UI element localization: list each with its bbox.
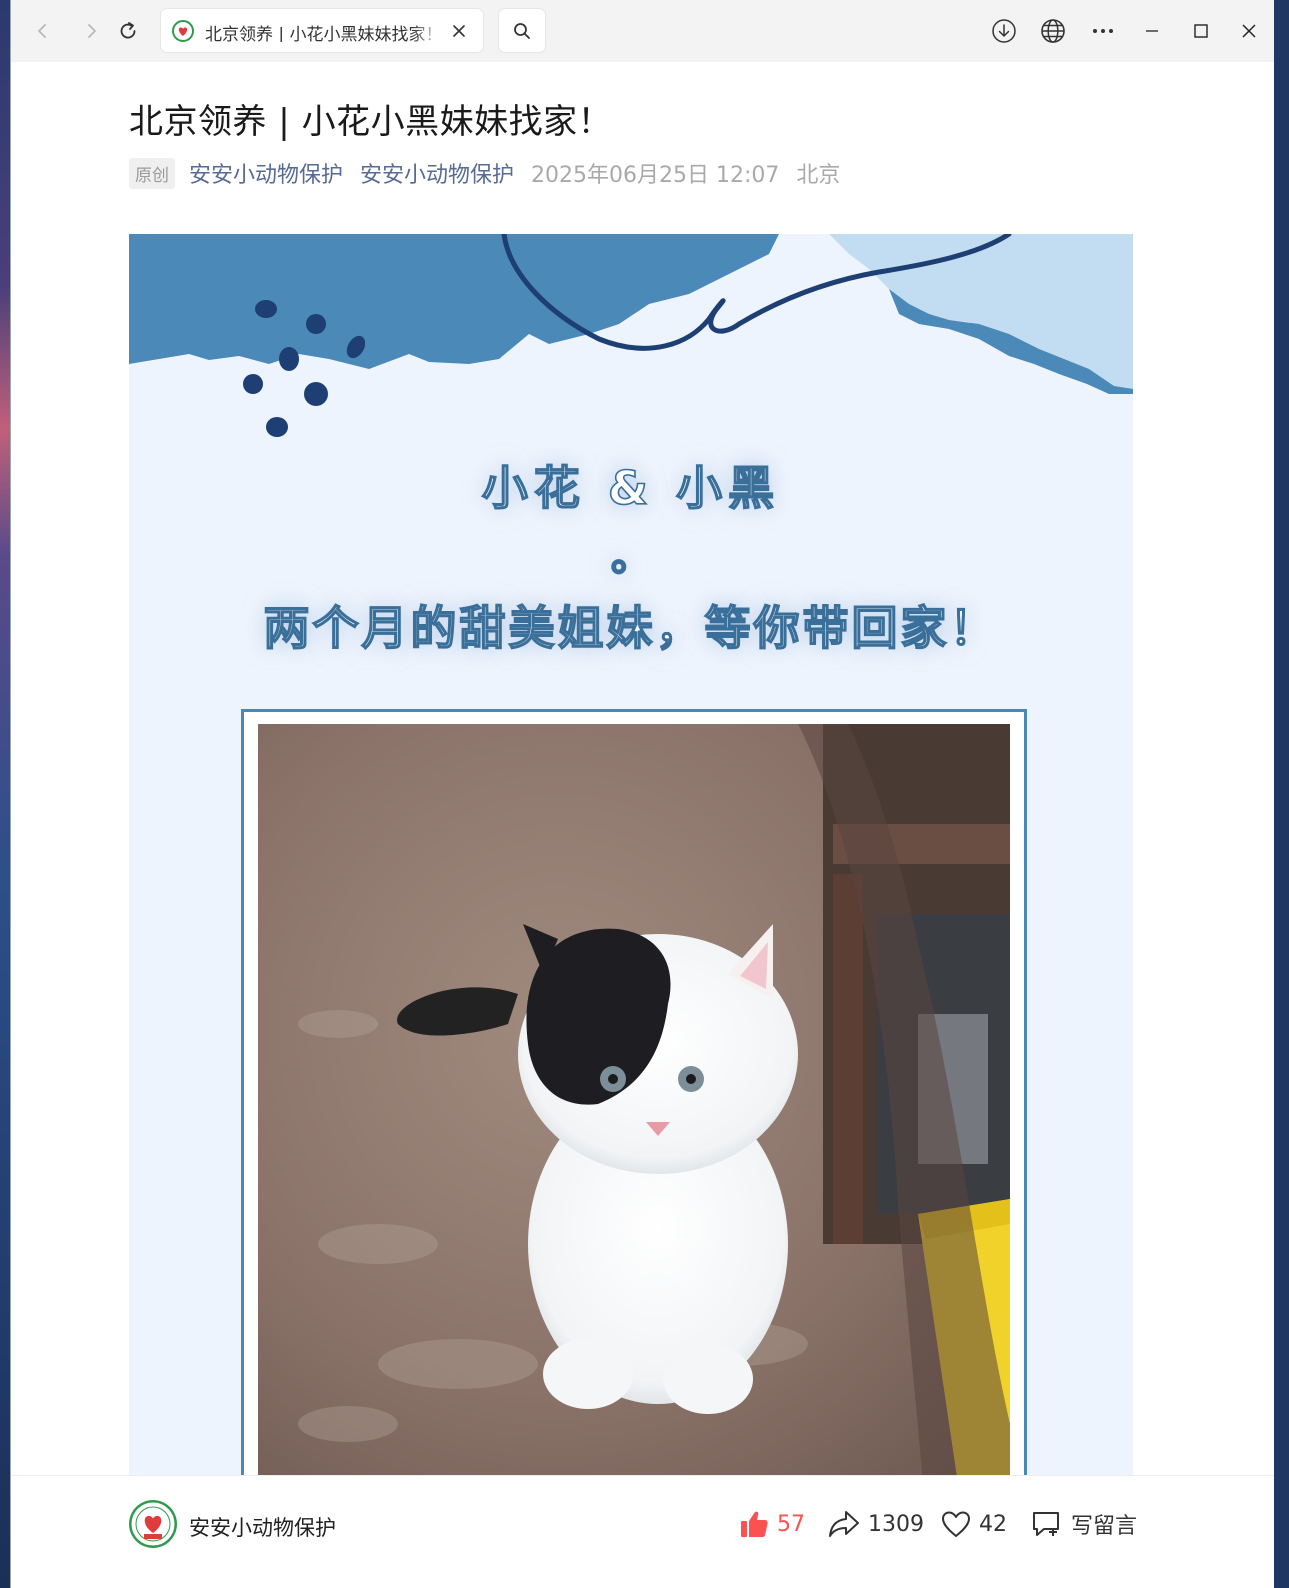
more-button[interactable] <box>1089 17 1117 45</box>
close-window-button[interactable] <box>1235 17 1263 45</box>
tab-title: 北京领养 | 小花小黑妹妹找家！ <box>205 25 441 42</box>
minimize-icon <box>1146 30 1158 32</box>
banner-image: 小花 & 小黑 。 两个月的甜美姐妹，等你带回家！ <box>129 234 1133 1475</box>
minimize-button[interactable] <box>1138 17 1166 45</box>
favorite-button[interactable]: 42 <box>941 1506 1007 1542</box>
maximize-icon <box>1194 24 1208 38</box>
account-avatar[interactable] <box>129 1500 177 1548</box>
refresh-icon <box>120 22 136 39</box>
browser-tab[interactable]: 北京领养 | 小花小黑妹妹找家！ <box>161 9 483 52</box>
account-link[interactable]: 安安小动物保护 <box>360 157 514 189</box>
publish-location: 北京 <box>796 163 841 188</box>
heart-icon <box>942 1511 970 1537</box>
article-title: 北京领养 | 小花小黑妹妹找家！ <box>129 102 613 142</box>
comment-icon <box>1033 1512 1059 1536</box>
like-count: 57 <box>777 1511 805 1537</box>
article-action-bar: 安安小动物保护 57 1309 42 写留言 <box>11 1475 1274 1588</box>
download-button[interactable] <box>990 17 1018 45</box>
original-badge: 原创 <box>129 157 175 189</box>
banner-names: 小花 & 小黑 <box>481 460 781 516</box>
download-icon <box>992 19 1016 43</box>
search-button[interactable] <box>499 9 545 52</box>
browser-window: 北京领养 | 小花小黑妹妹找家！ 北京领养 | 小花小黑妹妹找家！ 原创 安安小… <box>10 0 1274 1588</box>
close-tab-icon[interactable] <box>449 21 469 41</box>
globe-icon <box>1041 19 1065 43</box>
more-icon <box>1093 29 1113 33</box>
torn-paper-decoration <box>129 234 1133 437</box>
maximize-button[interactable] <box>1187 17 1215 45</box>
back-icon <box>38 24 46 38</box>
forward-icon <box>88 24 96 38</box>
forward-button[interactable] <box>75 15 107 47</box>
back-button[interactable] <box>27 15 59 47</box>
photo-frame <box>241 709 1027 1475</box>
banner-dot: 。 <box>610 533 652 581</box>
site-logo-icon <box>172 20 194 42</box>
account-name[interactable]: 安安小动物保护 <box>189 1512 336 1542</box>
kitten-photo <box>258 724 1010 1475</box>
article-meta: 原创 安安小动物保护 安安小动物保护 2025年06月25日 12:07 北京 <box>129 156 857 190</box>
heart-count: 42 <box>979 1511 1007 1537</box>
close-icon <box>1242 24 1256 38</box>
share-icon <box>829 1511 859 1537</box>
banner-subtitle: 两个月的甜美姐妹，等你带回家！ <box>263 600 999 656</box>
comment-label: 写留言 <box>1071 1514 1138 1539</box>
refresh-button[interactable] <box>112 15 144 47</box>
article-content: 北京领养 | 小花小黑妹妹找家！ 原创 安安小动物保护 安安小动物保护 2025… <box>11 62 1274 1475</box>
comment-button[interactable]: 写留言 <box>1031 1506 1137 1542</box>
translate-button[interactable] <box>1039 17 1067 45</box>
like-button[interactable]: 57 <box>739 1506 805 1542</box>
share-button[interactable]: 1309 <box>828 1506 924 1542</box>
search-icon <box>514 22 530 39</box>
author-link[interactable]: 安安小动物保护 <box>189 157 343 189</box>
share-count: 1309 <box>868 1511 924 1537</box>
thumbs-up-icon <box>741 1511 768 1537</box>
title-bar: 北京领养 | 小花小黑妹妹找家！ <box>11 0 1274 63</box>
publish-datetime: 2025年06月25日 12:07 <box>531 163 780 188</box>
